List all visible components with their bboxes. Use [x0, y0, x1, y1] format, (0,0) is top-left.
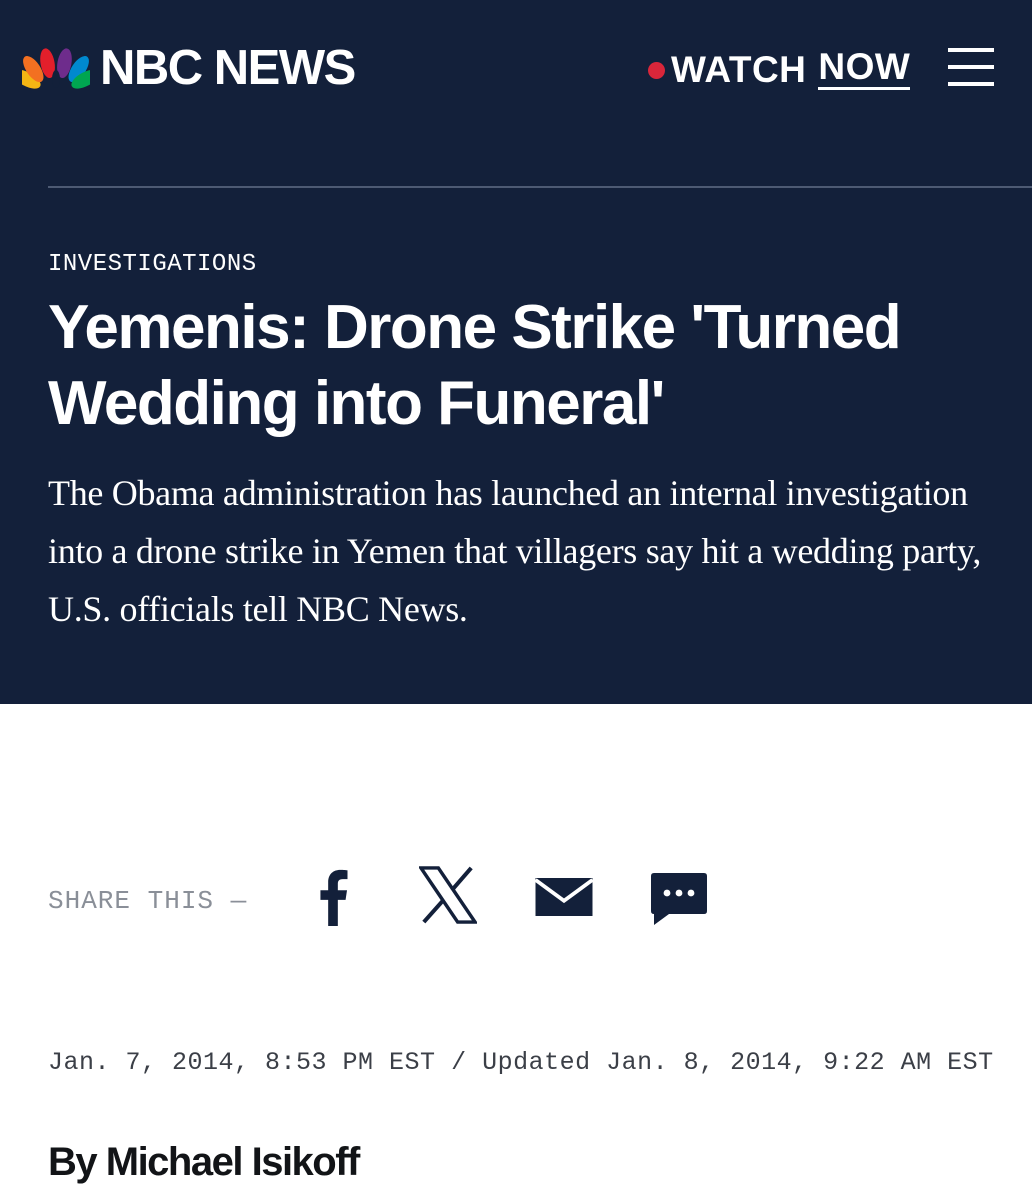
top-navigation-bar: NBC NEWS WATCH NOW	[0, 0, 1032, 140]
menu-line	[948, 82, 994, 86]
watch-now-link[interactable]: WATCH NOW	[648, 48, 911, 90]
header-divider	[48, 186, 1032, 188]
facebook-icon[interactable]	[318, 868, 348, 926]
live-dot-icon	[648, 61, 665, 79]
hamburger-menu-icon[interactable]	[948, 46, 994, 88]
watch-now-label: NOW	[818, 48, 911, 90]
article-headline: Yemenis: Drone Strike 'Turned Wedding in…	[48, 293, 902, 438]
x-twitter-icon[interactable]	[419, 866, 477, 924]
article-dek: The Obama administration has launched an…	[48, 473, 982, 629]
menu-line	[948, 48, 994, 52]
comments-icon[interactable]	[651, 873, 707, 927]
article-byline[interactable]: By Michael Isikoff	[48, 1138, 360, 1186]
share-bar: SHARE THIS —	[48, 860, 748, 940]
share-label: SHARE THIS —	[48, 886, 248, 916]
article-timestamp: Jan. 7, 2014, 8:53 PM EST / Updated Jan.…	[48, 1048, 994, 1077]
nbc-news-logo[interactable]: NBC NEWS	[22, 41, 356, 95]
brand-wordmark: NBC NEWS	[100, 41, 356, 95]
section-label[interactable]: INVESTIGATIONS	[48, 250, 257, 280]
email-icon[interactable]	[534, 878, 594, 916]
menu-line	[948, 65, 994, 69]
watch-label: WATCH	[671, 48, 807, 90]
nbc-peacock-icon	[22, 47, 90, 89]
article-hero: NBC NEWS WATCH NOW INVESTIGATIONS Yemeni…	[0, 0, 1032, 704]
